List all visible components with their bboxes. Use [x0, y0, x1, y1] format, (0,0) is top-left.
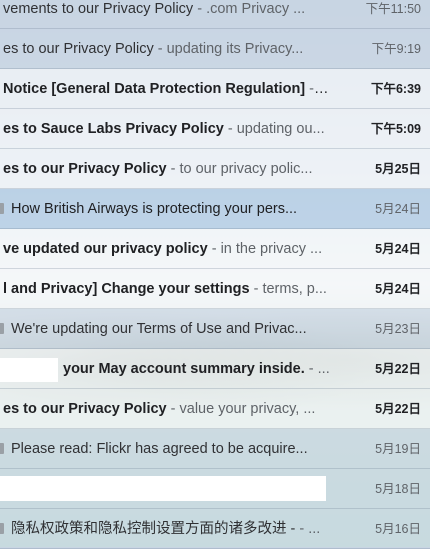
email-snippet: .com Privacy ... — [206, 1, 306, 17]
email-date: 5月24日 — [375, 282, 421, 296]
email-subject: We're updating our Terms of Use and Priv… — [11, 321, 307, 337]
subject-snippet-separator: - — [193, 1, 207, 17]
email-date: 5月19日 — [375, 442, 421, 456]
email-subject: es to our Privacy Policy — [3, 161, 167, 177]
redaction-mask — [0, 476, 326, 501]
email-row[interactable]: 隐私权政策和隐私控制设置方面的诸多改进 - - ... 5月16日 — [0, 509, 430, 549]
email-date: 下午5:09 — [370, 122, 421, 136]
email-date: 下午11:50 — [365, 2, 421, 16]
email-subject: How British Airways is protecting your p… — [11, 201, 298, 217]
email-date: 5月18日 — [375, 482, 421, 496]
email-subject-line: es to our Privacy Policy - value your pr… — [0, 389, 329, 429]
email-subject-line: Please read: Flickr has agreed to be acq… — [0, 429, 326, 469]
subject-snippet-separator: - — [166, 161, 180, 177]
email-subject: 隐私权政策和隐私控制设置方面的诸多改进 - — [11, 521, 296, 537]
subject-snippet-separator: - — [207, 241, 221, 257]
email-row[interactable]: 5月18日 — [0, 469, 430, 509]
email-subject: vements to our Privacy Policy — [3, 1, 194, 17]
email-row[interactable]: Notice [General Data Protection Regulati… — [0, 69, 430, 109]
email-snippet: value your privacy, ... — [179, 401, 316, 417]
email-subject-line: es to our Privacy Policy - to our privac… — [0, 149, 329, 189]
email-row[interactable]: es to our Privacy Policy - value your pr… — [0, 389, 430, 429]
subject-snippet-separator: - — [304, 361, 318, 377]
email-subject-line: We're updating our Terms of Use and Priv… — [0, 309, 326, 349]
label-marker-icon — [0, 203, 4, 214]
email-list: vements to our Privacy Policy - .com Pri… — [0, 0, 430, 549]
email-date: 5月22日 — [375, 402, 421, 416]
email-row[interactable]: l and Privacy] Change your settings - te… — [0, 269, 430, 309]
subject-snippet-separator: - — [295, 521, 309, 537]
email-row[interactable]: We're updating our Terms of Use and Priv… — [0, 309, 430, 349]
subject-snippet-separator: - — [166, 401, 180, 417]
email-subject: Notice [General Data Protection Regulati… — [3, 81, 306, 97]
subject-snippet-separator: - — [249, 281, 263, 297]
label-marker-icon — [0, 443, 4, 454]
email-date: 下午6:39 — [370, 82, 421, 96]
email-snippet: in the privacy ... — [220, 241, 323, 257]
email-date: 5月22日 — [375, 362, 421, 376]
email-row[interactable]: Please read: Flickr has agreed to be acq… — [0, 429, 430, 469]
email-row[interactable]: ve updated our privacy policy - in the p… — [0, 229, 430, 269]
email-subject: es to our Privacy Policy — [3, 401, 167, 417]
email-row[interactable]: es to our Privacy Policy - to our privac… — [0, 149, 430, 189]
email-subject: es to our Privacy Policy — [3, 41, 154, 57]
email-subject: es to Sauce Labs Privacy Policy — [3, 121, 224, 137]
email-row[interactable]: How British Airways is protecting your p… — [0, 189, 430, 229]
email-subject-line: ve updated our privacy policy - in the p… — [0, 229, 329, 269]
email-snippet: updating ou... — [236, 121, 325, 137]
email-subject-line: Notice [General Data Protection Regulati… — [0, 69, 329, 109]
email-subject-line: your May account summary inside. - ... — [0, 349, 389, 389]
email-subject: ve updated our privacy policy — [3, 241, 208, 257]
email-snippet: ... — [317, 361, 330, 377]
email-row[interactable]: es to our Privacy Policy - updating its … — [0, 29, 430, 69]
email-snippet: updating its Privacy... — [166, 41, 304, 57]
subject-snippet-separator: - — [305, 81, 319, 97]
email-row[interactable]: es to Sauce Labs Privacy Policy - updati… — [0, 109, 430, 149]
email-row[interactable]: your May account summary inside. - ... 5月… — [0, 349, 430, 389]
email-snippet: terms, p... — [262, 281, 327, 297]
email-subject: l and Privacy] Change your settings — [3, 281, 250, 297]
email-subject-line: vements to our Privacy Policy - .com Pri… — [0, 0, 329, 29]
email-date: 下午9:19 — [371, 42, 421, 56]
email-subject-line: 隐私权政策和隐私控制设置方面的诸多改进 - - ... — [0, 509, 326, 549]
email-subject: Please read: Flickr has agreed to be acq… — [11, 441, 308, 457]
email-subject: your May account summary inside. — [63, 361, 305, 377]
email-row[interactable]: vements to our Privacy Policy - .com Pri… — [0, 0, 430, 29]
email-subject-line: es to our Privacy Policy - updating its … — [0, 29, 329, 69]
subject-snippet-separator: - — [223, 121, 237, 137]
subject-snippet-separator: - — [153, 41, 167, 57]
label-marker-icon — [0, 323, 4, 334]
label-marker-icon — [0, 523, 4, 534]
email-subject-line: l and Privacy] Change your settings - te… — [0, 269, 329, 309]
email-date: 5月24日 — [375, 202, 421, 216]
email-subject-line: es to Sauce Labs Privacy Policy - updati… — [0, 109, 329, 149]
email-date: 5月16日 — [375, 522, 421, 536]
email-subject-line: How British Airways is protecting your p… — [0, 189, 326, 229]
email-date: 5月23日 — [375, 322, 421, 336]
email-snippet: to our privacy polic... — [179, 161, 313, 177]
email-snippet: ... — [308, 521, 321, 537]
email-date: 5月25日 — [375, 162, 421, 176]
redaction-mask — [0, 358, 58, 382]
email-date: 5月24日 — [375, 242, 421, 256]
